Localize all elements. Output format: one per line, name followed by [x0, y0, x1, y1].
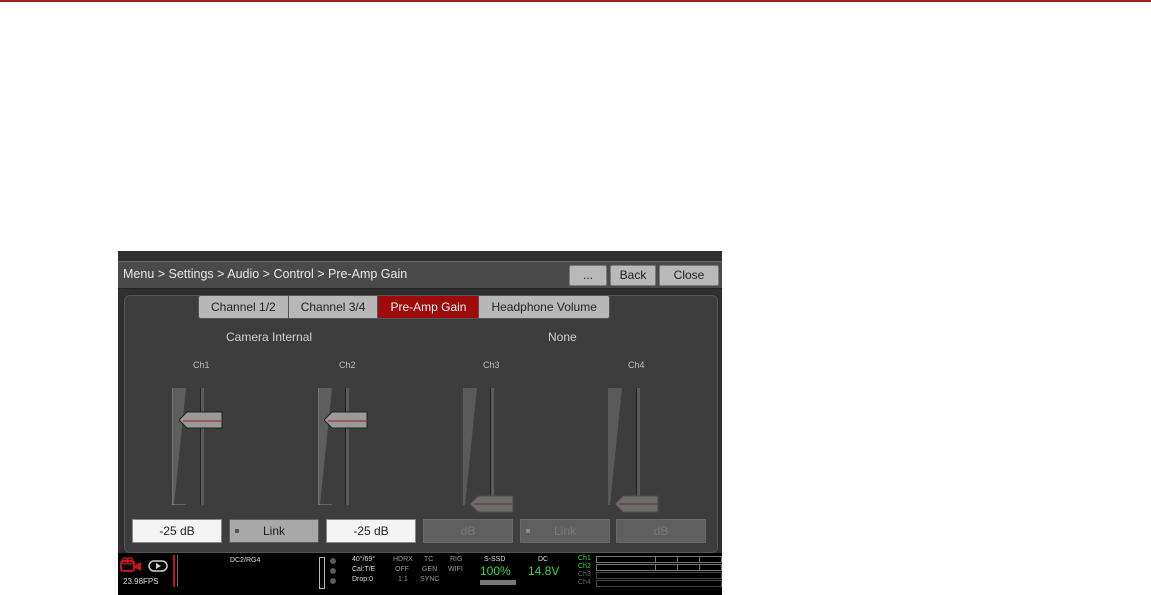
audio-channel-ch3: Ch3	[578, 571, 591, 578]
playback-icon[interactable]	[148, 560, 168, 572]
timecode-value: GEN	[422, 566, 438, 573]
top-rule	[0, 0, 1151, 2]
level-ramp-ch1	[172, 388, 186, 505]
group-label-none: None	[548, 330, 577, 344]
fader-track-ch4	[636, 388, 640, 505]
fader-handle-ch1[interactable]	[179, 411, 223, 429]
timecode-label: TC	[424, 556, 434, 563]
hdrx-value: OFF	[395, 566, 409, 573]
level-ramp-ch2	[318, 388, 332, 505]
channel-label-ch2: Ch2	[339, 360, 356, 370]
link-indicator-icon	[526, 529, 530, 533]
media-label: S-SSD	[484, 556, 506, 563]
audio-meter-ch3	[596, 572, 722, 579]
fader-track-ch3	[490, 388, 494, 505]
breadcrumb: Menu > Settings > Audio > Control > Pre-…	[123, 267, 408, 281]
fader-track-ch1	[200, 388, 204, 505]
aspect-readout: 1:1	[398, 576, 408, 583]
channel-label-ch1: Ch1	[193, 360, 210, 370]
audio-meter-ch4	[596, 580, 722, 587]
audio-meter-ch2	[596, 564, 722, 571]
status-dot	[330, 558, 336, 564]
media-remaining: 100%	[480, 564, 511, 578]
gain-value-ch3: dB	[423, 519, 513, 543]
media-status-icon	[480, 580, 516, 585]
format-readout: DC2/RG4	[230, 557, 261, 564]
link-label: Link	[553, 524, 576, 538]
wifi-label: WIFI	[448, 566, 463, 573]
tab-headphone-volume[interactable]: Headphone Volume	[479, 295, 610, 319]
calibration-readout: Cal:T/E	[352, 566, 376, 573]
record-level-bar	[173, 555, 175, 587]
tab-channel-1-2[interactable]: Channel 1/2	[198, 295, 289, 319]
power-voltage: 14.8V	[528, 564, 560, 578]
tab-channel-3-4[interactable]: Channel 3/4	[288, 295, 379, 319]
link-indicator-icon	[235, 529, 239, 533]
rig-label: RIG	[450, 556, 463, 563]
fader-handle-ch2[interactable]	[324, 411, 368, 429]
record-camera-icon[interactable]	[120, 557, 142, 573]
gain-value-ch4: dB	[616, 519, 706, 543]
divider	[177, 555, 178, 587]
audio-channel-ch4: Ch4	[578, 579, 591, 586]
level-ramp-ch4	[608, 388, 622, 505]
title-bar: Menu > Settings > Audio > Control > Pre-…	[118, 261, 722, 289]
fps-readout: 23.98FPS	[123, 577, 159, 586]
close-button[interactable]: Close	[659, 265, 719, 286]
fader-track-ch2	[345, 388, 349, 505]
group-label-camera-internal: Camera Internal	[226, 330, 313, 344]
tab-pre-amp-gain[interactable]: Pre-Amp Gain	[378, 295, 480, 319]
back-button[interactable]: Back	[610, 265, 656, 286]
histogram-indicator	[319, 557, 325, 589]
channel-label-ch4: Ch4	[628, 360, 645, 370]
fader-handle-ch3	[470, 495, 514, 513]
shutter-readout: 40°/69°	[352, 556, 376, 563]
more-button[interactable]: ...	[569, 265, 607, 286]
gain-value-ch1[interactable]: -25 dB	[132, 519, 222, 543]
status-dot	[330, 568, 336, 574]
link-label: Link	[262, 524, 285, 538]
power-label: DC	[538, 556, 549, 563]
audio-meter-ch1	[596, 556, 722, 563]
status-bar: 23.98FPS DC2/RG4 40°/69° Cal:T/E Drop:0 …	[118, 553, 722, 595]
tab-bar: Channel 1/2 Channel 3/4 Pre-Amp Gain Hea…	[198, 295, 610, 319]
drop-frame-readout: Drop:0	[352, 576, 374, 583]
camera-menu-screen: Menu > Settings > Audio > Control > Pre-…	[118, 251, 722, 595]
channel-label-ch3: Ch3	[483, 360, 500, 370]
fader-handle-ch4	[615, 495, 659, 513]
status-dot	[330, 578, 336, 584]
link-button-ch3-4: Link	[520, 519, 610, 543]
gain-value-ch2[interactable]: -25 dB	[326, 519, 416, 543]
audio-channel-ch2: Ch2	[578, 563, 591, 570]
audio-channel-ch1: Ch1	[578, 555, 591, 562]
link-button-ch1-2[interactable]: Link	[229, 519, 319, 543]
level-ramp-ch3	[463, 388, 477, 505]
sync-label: SYNC	[420, 576, 440, 583]
hdrx-label: HDRX	[393, 556, 413, 563]
